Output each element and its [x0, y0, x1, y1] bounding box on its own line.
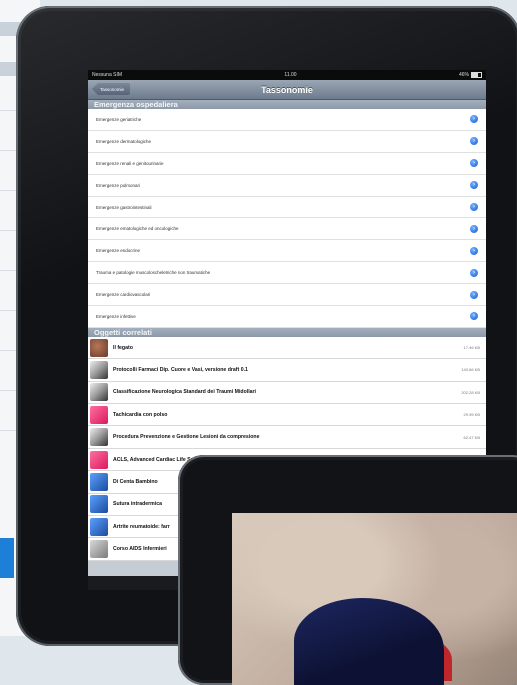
list-item-label: Emergenze cardiovascolari	[96, 292, 151, 298]
list-item-label: Emergenze polmonari	[96, 182, 141, 188]
disclosure-chevron-icon[interactable]: ›	[470, 290, 478, 299]
video-thumbnail-icon	[90, 495, 108, 514]
disclosure-chevron-icon[interactable]: ›	[470, 312, 478, 321]
disclosure-chevron-icon[interactable]: ›	[470, 246, 478, 255]
video-thumbnail-icon	[90, 517, 108, 536]
list-item-label: Emergenze endocrine	[96, 248, 141, 254]
taxonomy-list: Emergenze geriatriche › Emergenze dermato…	[88, 109, 486, 328]
clock: 11.00	[284, 72, 297, 78]
list-item[interactable]: Emergenze dermatologiche ›	[88, 131, 486, 153]
list-item[interactable]: Emergenze gastrointestinali ›	[88, 197, 486, 219]
disclosure-chevron-icon[interactable]: ›	[470, 137, 478, 146]
list-item-label: Emergenze gastrointestinali	[96, 204, 152, 210]
related-object-title: Procedura Prevenzione e Gestione Lesioni…	[113, 434, 260, 441]
list-item[interactable]: Emergenze ematologiche ed oncologiche ›	[88, 218, 486, 241]
disclosure-chevron-icon[interactable]: ›	[470, 181, 478, 190]
related-object-size: 29.95 KB	[463, 412, 480, 418]
disclosure-chevron-icon[interactable]: ›	[470, 115, 478, 124]
second-ipad-device	[178, 455, 517, 685]
related-object-row[interactable]: Procedura Prevenzione e Gestione Lesioni…	[88, 426, 486, 449]
related-object-title: Protocolli Farmaci Dip. Cuore e Vasi, ve…	[113, 366, 248, 373]
disclosure-chevron-icon[interactable]: ›	[470, 268, 478, 277]
list-item[interactable]: Emergenze cardiovascolari ›	[88, 284, 486, 307]
disclosure-chevron-icon[interactable]: ›	[470, 224, 478, 233]
document-thumbnail-icon	[90, 360, 108, 379]
list-item-label: Emergenze geriatriche	[96, 116, 142, 122]
list-item[interactable]: Trauma e patologie muscoloscheletriche n…	[88, 262, 486, 285]
presentation-thumbnail-icon	[90, 405, 108, 424]
related-object-title: Tachicardia con polso	[113, 411, 168, 418]
presentation-thumbnail-icon	[90, 450, 108, 469]
video-frame-photo	[232, 513, 517, 685]
list-item[interactable]: Emergenze renali e genitourinarie ›	[88, 153, 486, 175]
battery-indicator: 46%	[459, 72, 482, 78]
status-bar: Nessuna SIM 11.00 46%	[88, 70, 486, 80]
related-object-size: 62.47 KB	[463, 434, 480, 440]
background-blue-element	[0, 538, 14, 578]
disclosure-chevron-icon[interactable]: ›	[470, 159, 478, 168]
section-header-oggetti: Oggetti correlati	[88, 327, 486, 337]
battery-percent: 46%	[458, 72, 469, 78]
related-object-row[interactable]: Classificazione Neurologica Standard dei…	[88, 381, 486, 405]
page-title: Tassonomie	[261, 84, 313, 95]
battery-icon	[471, 72, 482, 78]
video-thumbnail-icon	[90, 472, 108, 491]
related-object-row[interactable]: Il fegato 17.46 KB	[88, 336, 486, 360]
list-item[interactable]: Emergenze endocrine ›	[88, 240, 486, 263]
related-object-title: Classificazione Neurologica Standard dei…	[113, 389, 256, 396]
disclosure-chevron-icon[interactable]: ›	[470, 203, 478, 211]
related-object-title: Il fegato	[113, 344, 133, 351]
related-object-row[interactable]: Protocolli Farmaci Dip. Cuore e Vasi, ve…	[88, 359, 486, 382]
related-object-row[interactable]: Tachicardia con polso 29.95 KB	[88, 404, 486, 427]
related-object-size: 202.28 KB	[461, 389, 480, 395]
list-item[interactable]: Emergenze geriatriche ›	[88, 109, 486, 131]
list-item-label: Emergenze infettive	[96, 313, 136, 319]
carrier-label: Nessuna SIM	[92, 72, 123, 78]
back-button-label: Tassonomie	[100, 86, 125, 92]
related-object-size: 17.46 KB	[463, 345, 480, 351]
section-header-emergenza: Emergenza ospedaliera	[88, 100, 486, 109]
list-item-label: Emergenze ematologiche ed oncologiche	[96, 226, 179, 232]
document-thumbnail-icon	[90, 540, 108, 559]
navigation-bar: Tassonomie Tassonomie	[88, 80, 486, 100]
list-item[interactable]: Emergenze infettive ›	[88, 306, 486, 328]
related-object-size: 140.66 KB	[461, 367, 480, 373]
list-item-label: Trauma e patologie muscoloscheletriche n…	[96, 270, 211, 276]
liver-thumbnail-icon	[90, 338, 108, 357]
back-button[interactable]: Tassonomie	[92, 83, 131, 95]
document-thumbnail-icon	[90, 383, 108, 402]
list-item-label: Emergenze renali e genitourinarie	[96, 160, 164, 166]
list-item-label: Emergenze dermatologiche	[96, 138, 152, 144]
document-thumbnail-icon	[90, 428, 108, 447]
list-item[interactable]: Emergenze polmonari ›	[88, 175, 486, 197]
photo-subject	[294, 598, 444, 685]
